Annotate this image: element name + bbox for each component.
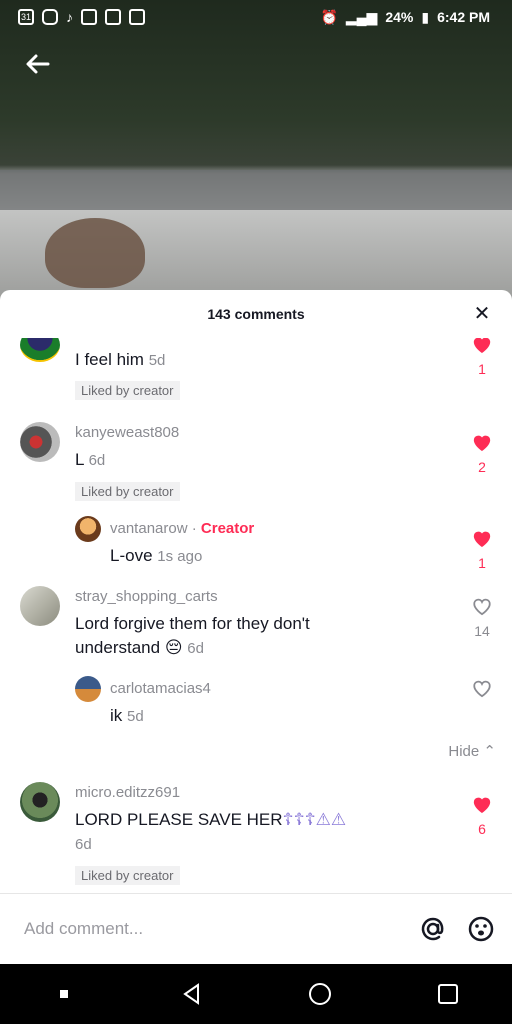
avatar[interactable] bbox=[75, 676, 101, 702]
mention-button[interactable] bbox=[416, 912, 450, 946]
comments-header: 143 comments ✕ bbox=[0, 290, 512, 338]
heart-icon bbox=[473, 531, 491, 548]
emoji: 😔 bbox=[164, 638, 183, 657]
battery-icon: ▮ bbox=[421, 8, 430, 25]
reply-text: ik 5d bbox=[110, 706, 144, 725]
hide-replies-button[interactable]: Hide ⌃ bbox=[448, 742, 496, 760]
close-icon[interactable]: ✕ bbox=[472, 304, 492, 324]
back-arrow-icon[interactable] bbox=[22, 48, 54, 80]
voicemail-icon bbox=[81, 9, 97, 25]
liked-by-creator-badge: Liked by creator bbox=[75, 381, 180, 400]
instagram-icon bbox=[42, 9, 58, 25]
clock: 6:42 PM bbox=[437, 9, 490, 25]
liked-by-creator-badge: Liked by creator bbox=[75, 866, 180, 885]
status-bar: 31 ♪ ⏰ ▂▄▆ 24% ▮ 6:42 PM bbox=[0, 0, 512, 34]
reply-username[interactable]: vantanarow · Creator bbox=[110, 520, 254, 537]
avatar[interactable] bbox=[20, 338, 60, 362]
emoji-icon bbox=[468, 916, 494, 942]
like-button[interactable]: 6 bbox=[464, 794, 500, 837]
like-button[interactable]: 2 bbox=[464, 432, 500, 475]
creator-tag: Creator bbox=[200, 520, 255, 537]
signal-icon: ▂▄▆ bbox=[345, 8, 378, 25]
video-preview[interactable] bbox=[0, 0, 512, 300]
like-count: 1 bbox=[478, 555, 486, 571]
chevron-up-icon: ⌃ bbox=[483, 743, 496, 760]
comment-username[interactable]: stray_shopping_carts bbox=[75, 588, 218, 605]
like-button[interactable] bbox=[464, 678, 500, 703]
like-count: 14 bbox=[474, 623, 490, 639]
alarm-icon: ⏰ bbox=[320, 8, 338, 25]
video-subject bbox=[45, 218, 145, 288]
comments-sheet: 143 comments ✕ I feel him 5d Liked by cr… bbox=[0, 290, 512, 964]
tiktok-icon: ♪ bbox=[66, 9, 73, 25]
system-navigation-bar bbox=[0, 964, 512, 1024]
comment-text: Lord forgive them for they don't underst… bbox=[75, 614, 310, 657]
reply-username[interactable]: carlotamacias4 bbox=[110, 680, 211, 697]
heart-outline-icon bbox=[473, 680, 491, 698]
liked-by-creator-badge: Liked by creator bbox=[75, 482, 180, 501]
avatar[interactable] bbox=[20, 586, 60, 626]
like-button[interactable]: 1 bbox=[464, 338, 500, 377]
comments-list[interactable]: I feel him 5d Liked by creator 1 kanyewe… bbox=[0, 338, 512, 894]
comment-username[interactable]: kanyeweast808 bbox=[75, 424, 179, 441]
battery-percent: 24% bbox=[385, 9, 414, 25]
comment-username[interactable]: micro.editzz691 bbox=[75, 784, 180, 801]
symbols: ☦☦☦⚠⚠ bbox=[282, 810, 347, 829]
heart-outline-icon bbox=[473, 598, 491, 616]
like-count: 6 bbox=[478, 821, 486, 837]
image-icon bbox=[105, 9, 121, 25]
like-count: 2 bbox=[478, 459, 486, 475]
video-rail bbox=[0, 170, 512, 210]
reply-text: L-ove 1s ago bbox=[110, 546, 203, 565]
avatar[interactable] bbox=[20, 782, 60, 822]
comments-count-title: 143 comments bbox=[207, 306, 305, 322]
overview-square-icon[interactable] bbox=[426, 972, 470, 1016]
battery-saver-icon bbox=[129, 9, 145, 25]
comment-text: L 6d bbox=[75, 450, 106, 469]
comment-text: I feel him 5d bbox=[75, 350, 166, 369]
at-icon bbox=[421, 917, 444, 941]
recents-dot-icon[interactable] bbox=[42, 972, 86, 1016]
heart-icon bbox=[473, 435, 491, 452]
avatar[interactable] bbox=[20, 422, 60, 462]
add-comment-input[interactable]: Add comment... bbox=[24, 919, 416, 939]
comment-text: LORD PLEASE SAVE HER☦☦☦⚠⚠ 6d bbox=[75, 810, 347, 853]
avatar[interactable] bbox=[75, 516, 101, 542]
emoji-button[interactable] bbox=[464, 912, 498, 946]
like-button[interactable]: 1 bbox=[464, 528, 500, 571]
heart-icon bbox=[473, 338, 491, 354]
home-circle-icon[interactable] bbox=[298, 972, 342, 1016]
calendar-icon: 31 bbox=[18, 9, 34, 25]
like-button[interactable]: 14 bbox=[464, 596, 500, 639]
back-triangle-icon[interactable] bbox=[170, 972, 214, 1016]
heart-icon bbox=[473, 797, 491, 814]
like-count: 1 bbox=[478, 361, 486, 377]
add-comment-bar: Add comment... bbox=[0, 893, 512, 964]
